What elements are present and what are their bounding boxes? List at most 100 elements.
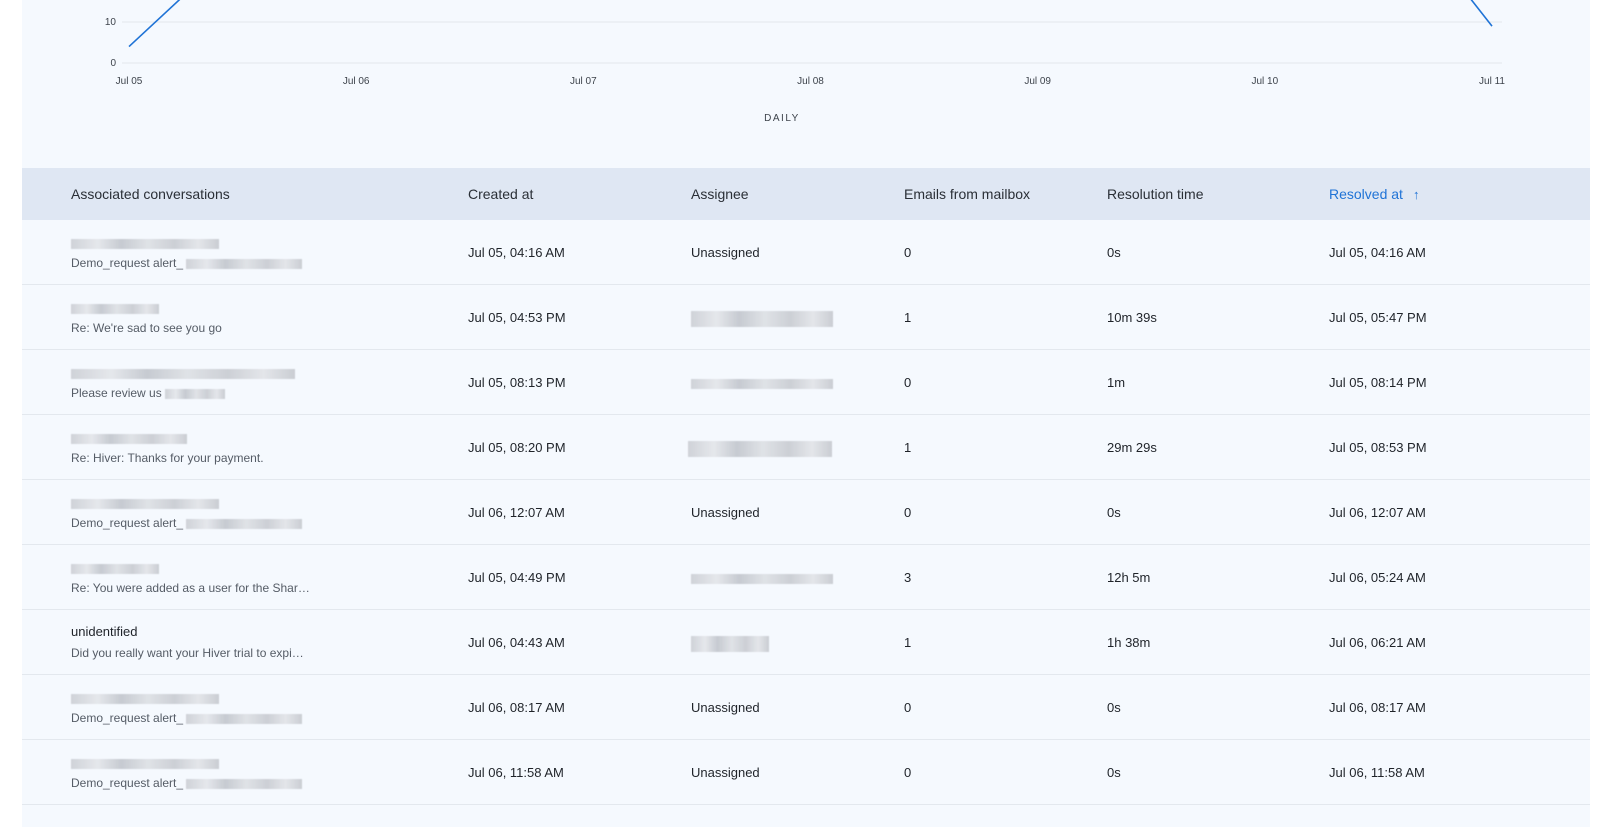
x-tick-label: Jul 07 <box>570 76 597 87</box>
column-header-assignee[interactable]: Assignee <box>691 168 749 220</box>
emails-from-mailbox-cell: 1 <box>904 440 912 455</box>
conversation-cell[interactable]: Re: You were added as a user for the Sha… <box>71 559 311 596</box>
assignee-cell: Unassigned <box>691 765 760 780</box>
assignee-cell <box>688 415 832 480</box>
conversation-sender <box>71 559 311 575</box>
column-header-resolved-at-label: Resolved at <box>1329 186 1403 202</box>
emails-from-mailbox-cell: 0 <box>904 245 912 260</box>
table-row[interactable]: unidentified Did you really want your Hiv… <box>22 610 1590 675</box>
conversation-subject: Please review us <box>71 386 162 400</box>
assignee-cell: Unassigned <box>691 245 760 260</box>
redacted-assignee <box>691 573 833 584</box>
created-at-cell: Jul 06, 12:07 AM <box>468 505 565 520</box>
resolution-time-cell: 0s <box>1107 765 1121 780</box>
redacted-sender <box>71 304 159 315</box>
conversation-sender <box>71 234 311 250</box>
assignee-cell: Unassigned <box>691 505 760 520</box>
table-row[interactable]: Demo_request alert_ Jul 06, 12:07 AM Unass… <box>22 480 1590 545</box>
daily-line-chart: 10 0 Jul 05 Jul 06 Jul 07 Jul 08 Jul 09 Jul 10… <box>22 0 1590 168</box>
table-body: Demo_request alert_ Jul 05, 04:16 AM Unass… <box>22 220 1590 805</box>
table-row[interactable]: Demo_request alert_ Jul 06, 11:58 AM Unass… <box>22 740 1590 805</box>
created-at-cell: Jul 05, 08:13 PM <box>468 375 566 390</box>
conversation-subject: Demo_request alert_ <box>71 256 184 270</box>
assignee-cell <box>691 545 833 610</box>
created-at-cell: Jul 05, 08:20 PM <box>468 440 566 455</box>
conversation-cell[interactable]: Demo_request alert_ <box>71 494 311 531</box>
emails-from-mailbox-cell: 3 <box>904 570 912 585</box>
conversation-cell[interactable]: Please review us <box>71 364 311 401</box>
table-row[interactable]: Please review us Jul 05, 08:13 PM 0 1m Jul 0… <box>22 350 1590 415</box>
redacted-subject-part <box>186 258 303 269</box>
assignee-cell: Unassigned <box>691 700 760 715</box>
created-at-cell: Jul 06, 08:17 AM <box>468 700 565 715</box>
table-header: Associated conversations Created at Assi… <box>22 168 1590 220</box>
conversation-cell[interactable]: unidentified Did you really want your Hiv… <box>71 624 311 661</box>
redacted-sender <box>71 369 295 380</box>
table-row[interactable]: Demo_request alert_ Jul 05, 04:16 AM Unass… <box>22 220 1590 285</box>
resolved-at-cell: Jul 06, 11:58 AM <box>1329 765 1425 780</box>
column-header-resolved-at[interactable]: Resolved at ↑ <box>1329 168 1419 220</box>
report-panel: 10 0 Jul 05 Jul 06 Jul 07 Jul 08 Jul 09 Jul 10… <box>22 0 1590 827</box>
resolved-at-cell: Jul 05, 04:16 AM <box>1329 245 1426 260</box>
conversation-subject: Re: We're sad to see you go <box>71 321 222 335</box>
redacted-sender <box>71 239 219 250</box>
emails-from-mailbox-cell: 0 <box>904 700 912 715</box>
table-row[interactable]: Re: Hiver: Thanks for your payment. Jul 0… <box>22 415 1590 480</box>
redacted-sender <box>71 564 159 575</box>
column-header-conversations[interactable]: Associated conversations <box>71 168 230 220</box>
assignee-cell <box>691 350 833 415</box>
redacted-assignee <box>691 378 833 389</box>
y-tick-label: 10 <box>105 17 117 28</box>
resolution-time-cell: 1m <box>1107 375 1126 390</box>
table-row[interactable]: Re: We're sad to see you go Jul 05, 04:53… <box>22 285 1590 350</box>
created-at-cell: Jul 06, 04:43 AM <box>468 635 565 650</box>
conversation-subject-line: Re: Hiver: Thanks for your payment. <box>71 451 311 466</box>
conversation-cell[interactable]: Demo_request alert_ <box>71 754 311 791</box>
arrow-up-icon[interactable]: ↑ <box>1413 169 1420 221</box>
x-tick-label: Jul 11 <box>1479 76 1505 87</box>
resolved-at-cell: Jul 06, 06:21 AM <box>1329 635 1426 650</box>
resolved-at-cell: Jul 06, 08:17 AM <box>1329 700 1426 715</box>
conversation-subject: Demo_request alert_ <box>71 516 184 530</box>
conversation-sender <box>71 429 311 445</box>
redacted-sender <box>71 759 219 770</box>
assignee-cell <box>691 285 833 350</box>
column-header-resolution-time[interactable]: Resolution time <box>1107 168 1204 220</box>
redacted-assignee <box>691 310 833 327</box>
x-tick-label: Jul 08 <box>797 76 824 87</box>
x-tick-label: Jul 09 <box>1024 76 1051 87</box>
resolution-time-cell: 10m 39s <box>1107 310 1157 325</box>
table-row[interactable]: Re: You were added as a user for the Sha… <box>22 545 1590 610</box>
conversation-subject: Demo_request alert_ <box>71 776 184 790</box>
column-header-created-at[interactable]: Created at <box>468 168 533 220</box>
redacted-subject-part <box>164 388 225 399</box>
redacted-sender <box>71 694 219 705</box>
conversation-subject: Re: Hiver: Thanks for your payment. <box>71 451 264 465</box>
emails-from-mailbox-cell: 0 <box>904 375 912 390</box>
resolution-time-cell: 12h 5m <box>1107 570 1151 585</box>
column-header-emails-from-mailbox[interactable]: Emails from mailbox <box>904 168 1030 220</box>
chart-x-axis-label: DAILY <box>764 113 800 124</box>
conversation-subject-line: Demo_request alert_ <box>71 516 311 531</box>
emails-from-mailbox-cell: 1 <box>904 635 912 650</box>
table-row[interactable]: Demo_request alert_ Jul 06, 08:17 AM Unass… <box>22 675 1590 740</box>
conversation-subject-line: Re: We're sad to see you go <box>71 321 311 336</box>
redacted-subject-part <box>186 778 303 789</box>
conversation-cell[interactable]: Demo_request alert_ <box>71 689 311 726</box>
emails-from-mailbox-cell: 0 <box>904 505 912 520</box>
assignee-cell <box>691 610 769 675</box>
conversation-cell[interactable]: Demo_request alert_ <box>71 234 311 271</box>
conversation-sender <box>71 364 311 380</box>
emails-from-mailbox-cell: 1 <box>904 310 912 325</box>
conversation-subject: Re: You were added as a user for the Sha… <box>71 581 310 595</box>
resolved-at-cell: Jul 06, 12:07 AM <box>1329 505 1426 520</box>
conversation-subject-line: Please review us <box>71 386 311 401</box>
resolved-at-cell: Jul 06, 05:24 AM <box>1329 570 1426 585</box>
y-tick-label: 0 <box>110 58 116 69</box>
x-tick-label: Jul 06 <box>343 76 370 87</box>
conversation-cell[interactable]: Re: We're sad to see you go <box>71 299 311 336</box>
created-at-cell: Jul 06, 11:58 AM <box>468 765 564 780</box>
redacted-subject-part <box>186 518 303 529</box>
conversation-cell[interactable]: Re: Hiver: Thanks for your payment. <box>71 429 311 466</box>
conversation-subject: Did you really want your Hiver trial to … <box>71 646 304 660</box>
